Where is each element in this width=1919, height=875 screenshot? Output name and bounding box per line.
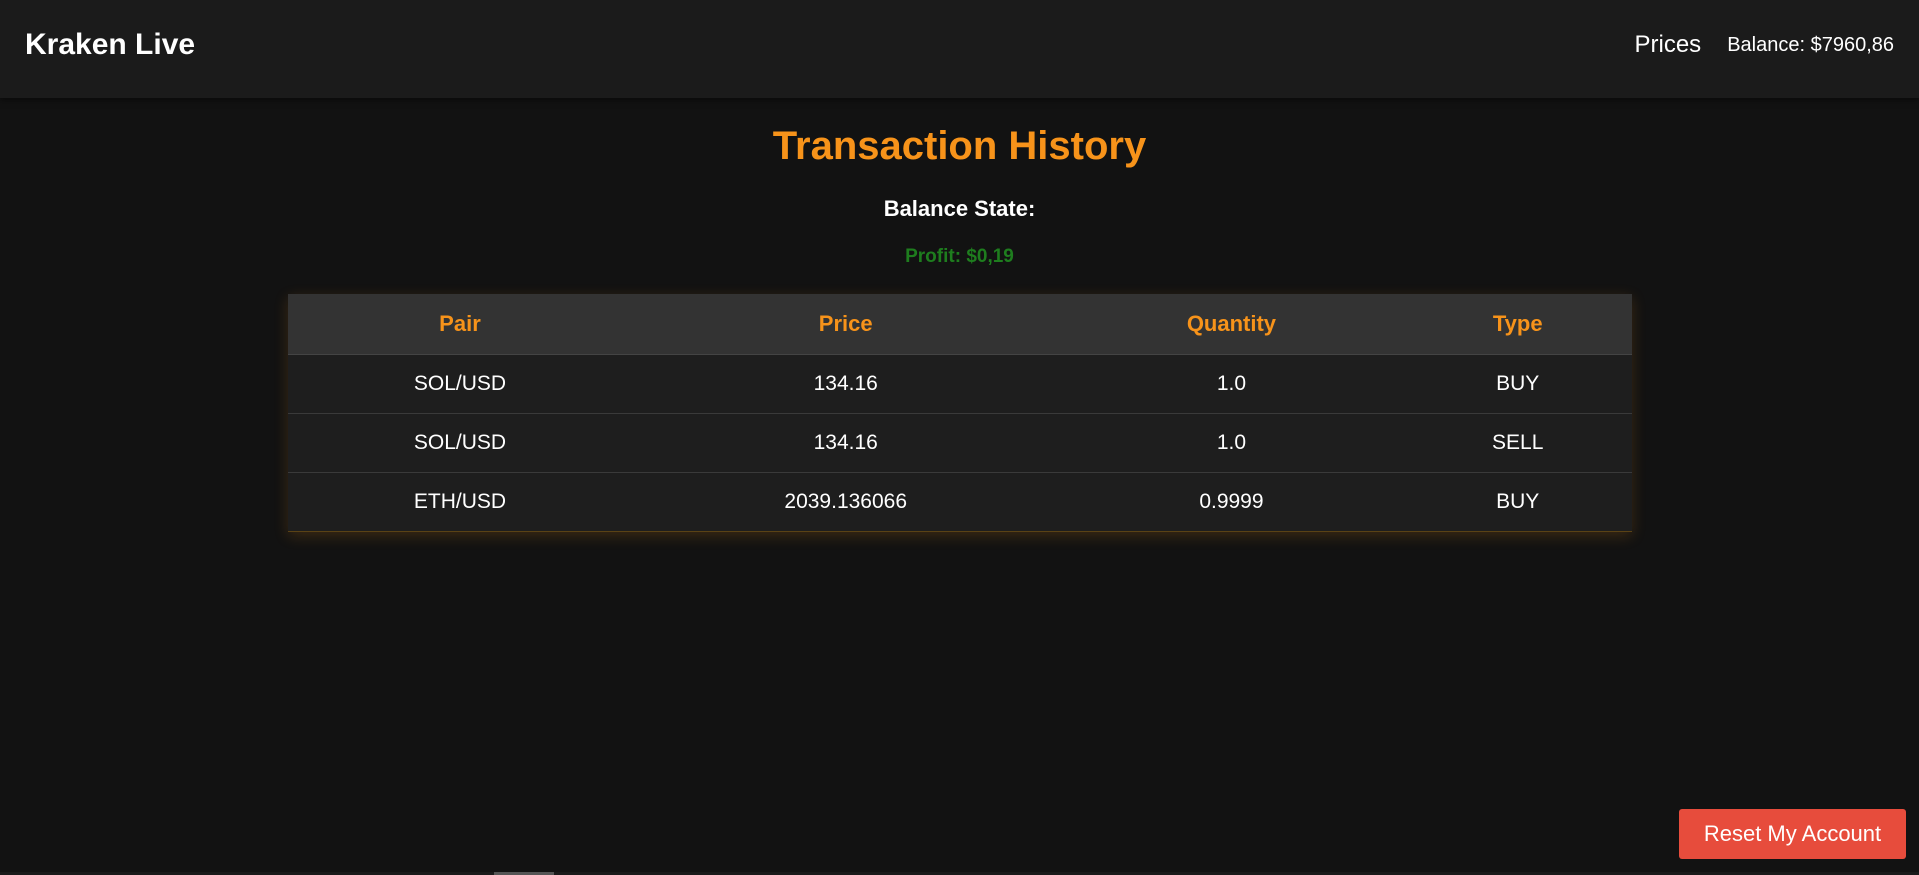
cell-quantity: 0.9999	[1059, 472, 1404, 532]
cell-quantity: 1.0	[1059, 354, 1404, 414]
cell-type: BUY	[1403, 472, 1632, 532]
profit-value: Profit: $0,19	[905, 246, 1014, 267]
cell-pair: SOL/USD	[288, 354, 632, 414]
header-type: Type	[1403, 294, 1632, 355]
table-header-row: Pair Price Quantity Type	[288, 294, 1632, 355]
cell-quantity: 1.0	[1059, 413, 1404, 473]
header-price: Price	[631, 294, 1060, 355]
cell-price: 134.16	[631, 354, 1060, 414]
top-navbar: Kraken Live Prices Balance: $7960,86	[0, 0, 1919, 98]
nav-right-group: Prices Balance: $7960,86	[1635, 30, 1895, 60]
nav-balance: Balance: $7960,86	[1727, 34, 1894, 56]
cell-price: 134.16	[631, 413, 1060, 473]
cell-type: SELL	[1403, 413, 1632, 473]
cell-price: 2039.136066	[631, 472, 1060, 532]
transactions-table: Pair Price Quantity Type SOL/USD 134.16 …	[288, 294, 1632, 532]
header-pair: Pair	[288, 294, 632, 355]
brand-logo-text[interactable]: Kraken Live	[25, 27, 195, 63]
balance-state-label: Balance State:	[883, 196, 1036, 221]
table-row: SOL/USD 134.16 1.0 BUY	[288, 354, 1632, 414]
reset-account-button[interactable]: Reset My Account	[1679, 809, 1906, 859]
transactions-table-container: Pair Price Quantity Type SOL/USD 134.16 …	[288, 294, 1632, 532]
cell-pair: SOL/USD	[288, 413, 632, 473]
cell-pair: ETH/USD	[288, 472, 632, 532]
table-row: ETH/USD 2039.136066 0.9999 BUY	[288, 472, 1632, 532]
page-title: Transaction History	[772, 124, 1147, 168]
cell-type: BUY	[1403, 354, 1632, 414]
nav-link-prices[interactable]: Prices	[1635, 30, 1702, 60]
table-row: SOL/USD 134.16 1.0 SELL	[288, 413, 1632, 473]
header-quantity: Quantity	[1059, 294, 1404, 355]
